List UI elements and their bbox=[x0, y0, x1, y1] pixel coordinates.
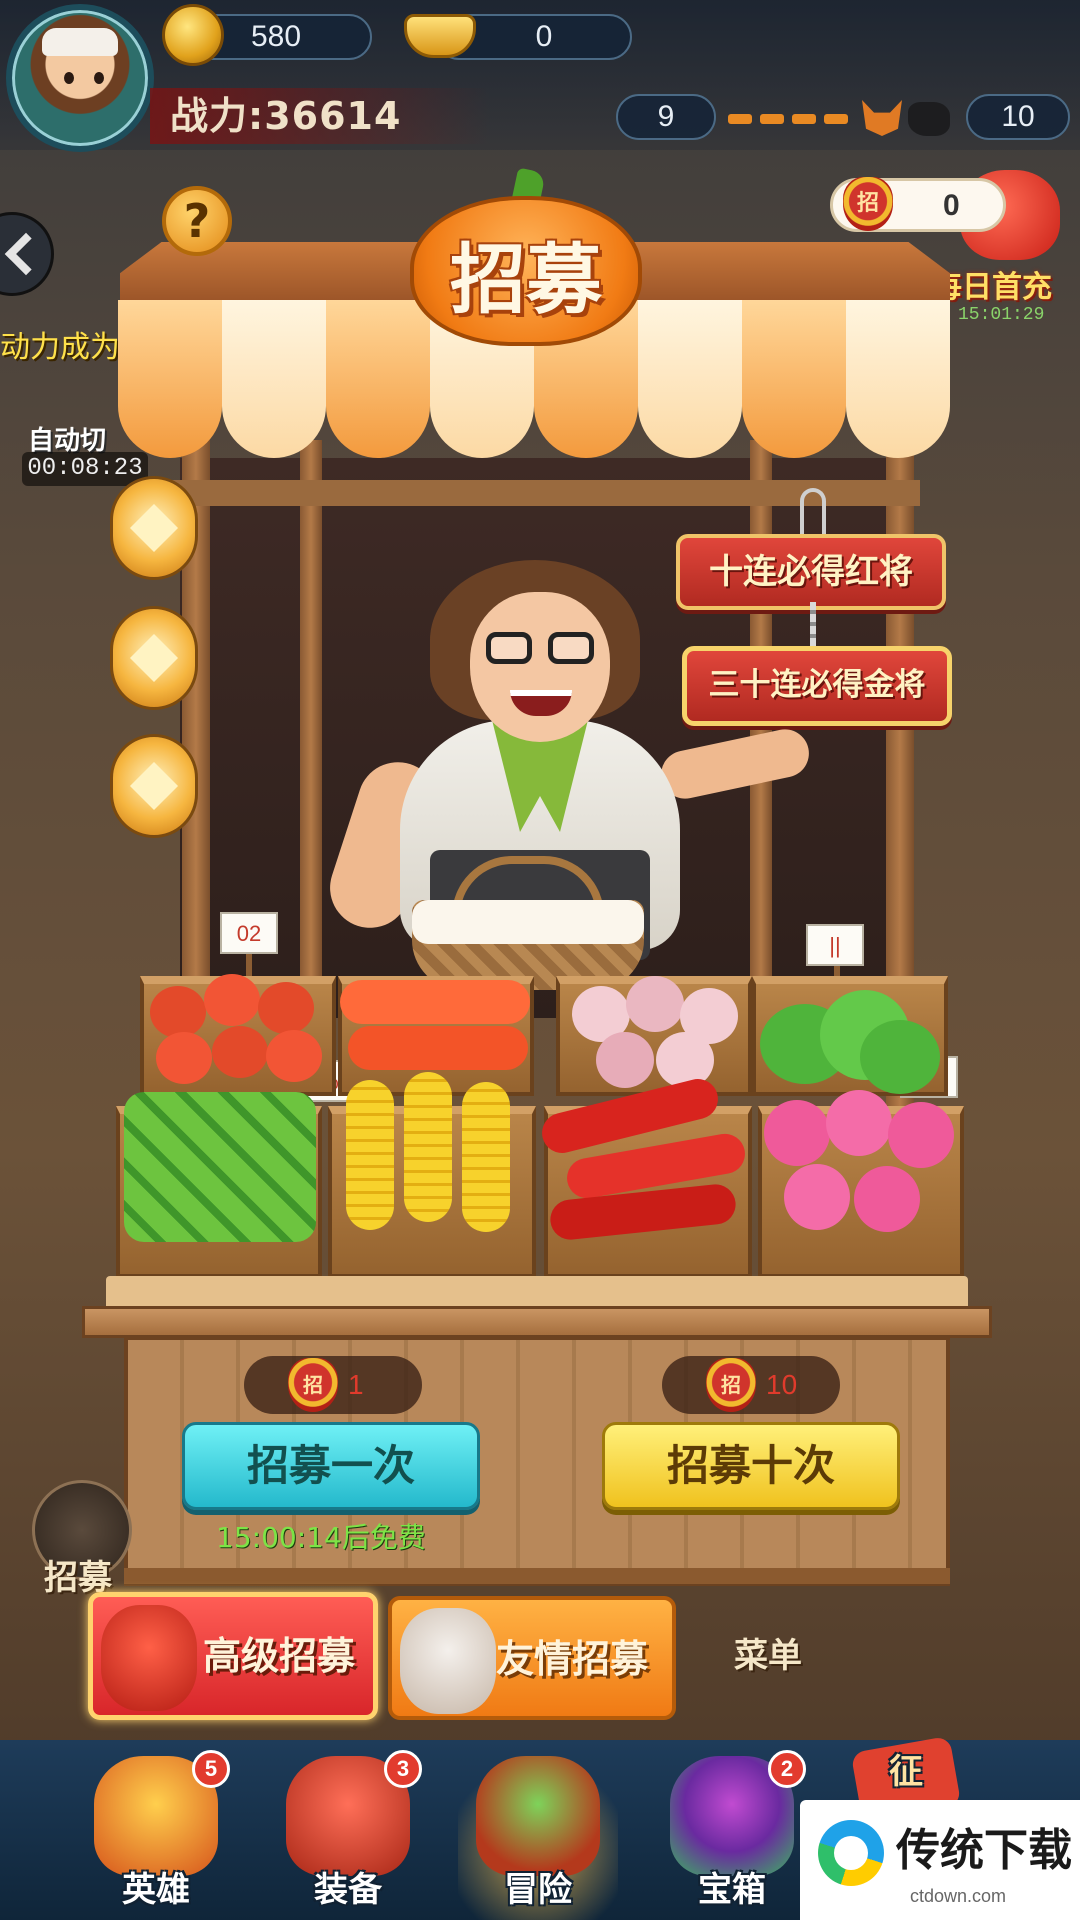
combat-power-banner: 战力:36614 bbox=[150, 88, 490, 144]
recruit-ten-label: 招募十次 bbox=[666, 1441, 835, 1490]
progress-dash bbox=[792, 114, 816, 124]
equipment-badge: 3 bbox=[384, 1750, 422, 1788]
chest-badge: 2 bbox=[768, 1750, 806, 1788]
ctdown-logo-icon bbox=[818, 1820, 884, 1886]
nav-equipment-label: 装备 bbox=[314, 1870, 382, 1910]
nav-expedition-label: 征 bbox=[889, 1752, 923, 1792]
chili-pepper-icon bbox=[537, 1074, 749, 1244]
star-fruit-icon bbox=[124, 1092, 316, 1242]
single-cost-value: 1 bbox=[348, 1369, 364, 1400]
watermark-title: 传统下载 bbox=[896, 1825, 1072, 1876]
combat-power-value: 战力:36614 bbox=[170, 94, 402, 138]
chef-glasses bbox=[548, 632, 594, 664]
ten-cost-pill: 招 10 bbox=[662, 1356, 840, 1414]
counter-top bbox=[82, 1306, 992, 1338]
chef-glasses bbox=[486, 632, 532, 664]
site-watermark: 传统下载 ctdown.com bbox=[800, 1800, 1080, 1920]
single-cost-pill: 招 1 bbox=[244, 1356, 422, 1414]
player-avatar[interactable] bbox=[6, 4, 154, 152]
avatar-eye bbox=[64, 72, 74, 84]
sign-hook bbox=[800, 488, 826, 538]
sign-chain bbox=[810, 602, 816, 650]
progress-dash bbox=[760, 114, 784, 124]
free-recruit-timer: 15:00:14后免费 bbox=[216, 1521, 426, 1554]
gold-general-sign-text: 三十连必得金将 bbox=[708, 667, 926, 703]
page-title: 招募 bbox=[450, 235, 602, 324]
basket-cloth bbox=[412, 900, 644, 944]
watermark-url: ctdown.com bbox=[910, 1886, 1007, 1906]
recruit-once-label: 招募一次 bbox=[246, 1441, 415, 1490]
stamina-right-pill: 10 bbox=[966, 94, 1070, 140]
chef-head bbox=[470, 592, 610, 742]
stamina-left-pill: 9 bbox=[616, 94, 716, 140]
tomatoes-icon bbox=[146, 966, 332, 1096]
price-tag: || bbox=[806, 924, 864, 966]
tab-advanced-label: 高级招募 bbox=[203, 1634, 356, 1678]
lantern-icon bbox=[110, 606, 198, 710]
nav-heroes[interactable]: 5 英雄 bbox=[76, 1750, 236, 1920]
red-bird-general-icon bbox=[101, 1605, 197, 1711]
tab-friend-label: 友情招募 bbox=[496, 1637, 649, 1681]
counter-base bbox=[124, 1568, 950, 1584]
recruit-ticket-count: 0 bbox=[943, 189, 960, 222]
nav-heroes-label: 英雄 bbox=[122, 1870, 190, 1910]
recruit-ticket-icon: 招 bbox=[288, 1358, 338, 1412]
counter-shelf bbox=[106, 1276, 968, 1310]
nav-adventure-label: 冒险 bbox=[504, 1870, 572, 1910]
progress-dash bbox=[824, 114, 848, 124]
recruit-ticket-icon: 招 bbox=[843, 177, 893, 231]
daily-recharge-timer: 15:01:29 bbox=[958, 305, 1045, 325]
dragon-fruit-icon bbox=[764, 1090, 956, 1240]
ten-cost-value: 10 bbox=[766, 1369, 798, 1400]
stamina-left-value: 9 bbox=[657, 100, 675, 133]
lettuce-icon bbox=[760, 990, 940, 1100]
recruit-ticket-counter[interactable]: 招 0 bbox=[830, 177, 1006, 232]
daily-recharge-label[interactable]: 每日首充 bbox=[932, 262, 1052, 306]
avatar-eye bbox=[94, 72, 104, 84]
gold-coin-icon bbox=[162, 4, 224, 66]
lantern-icon bbox=[110, 476, 198, 580]
coal-rock-icon bbox=[908, 102, 950, 136]
price-tag: 02 bbox=[220, 912, 278, 954]
nav-chest[interactable]: 2 宝箱 bbox=[652, 1750, 812, 1920]
recruit-ten-button[interactable]: 招募十次 bbox=[602, 1422, 900, 1510]
nav-equipment[interactable]: 3 装备 bbox=[268, 1750, 428, 1920]
corn-icon bbox=[340, 1072, 526, 1242]
recruit-once-button[interactable]: 招募一次 bbox=[182, 1422, 480, 1510]
onions-icon bbox=[566, 966, 746, 1096]
stall-post bbox=[300, 440, 322, 1000]
help-question-icon[interactable]: ? bbox=[162, 186, 232, 256]
red-general-sign-text: 十连必得红将 bbox=[709, 552, 913, 592]
nav-adventure[interactable]: 冒险 bbox=[458, 1750, 618, 1920]
tab-friend-recruit[interactable]: 友情招募 bbox=[388, 1596, 676, 1720]
tab-advanced-recruit[interactable]: 高级招募 bbox=[88, 1592, 378, 1720]
heroes-badge: 5 bbox=[192, 1750, 230, 1788]
red-general-sign: 十连必得红将 bbox=[676, 534, 946, 610]
gold-general-sign: 三十连必得金将 bbox=[682, 646, 952, 726]
crossed-knives-icon bbox=[476, 1756, 600, 1876]
lantern-icon bbox=[110, 734, 198, 838]
progress-dash bbox=[728, 114, 752, 124]
stamina-right-value: 10 bbox=[1001, 100, 1035, 133]
opera-mask-general-icon bbox=[400, 1608, 496, 1714]
chef-hat-icon bbox=[42, 28, 118, 56]
recruit-ticket-icon: 招 bbox=[706, 1358, 756, 1412]
menu-button[interactable]: 菜单 bbox=[734, 1628, 802, 1677]
back-arrow-icon[interactable] bbox=[0, 212, 54, 296]
nav-chest-label: 宝箱 bbox=[698, 1870, 766, 1910]
